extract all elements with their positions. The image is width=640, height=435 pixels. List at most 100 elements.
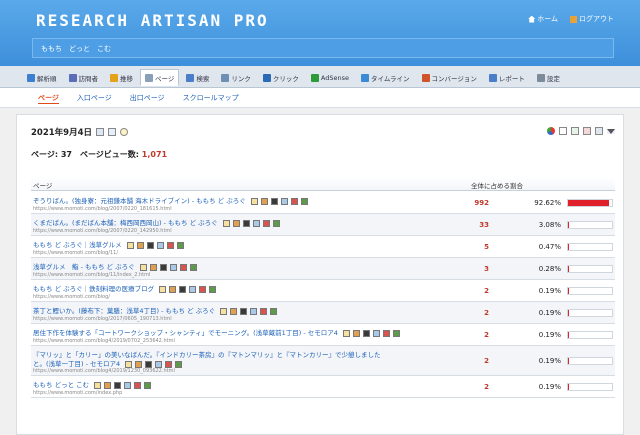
row-action-icon[interactable] <box>280 197 288 205</box>
row-action-icon[interactable] <box>155 360 163 368</box>
row-action-icon[interactable] <box>134 381 142 389</box>
mail-icon[interactable] <box>559 127 567 135</box>
tab-icon <box>110 73 118 82</box>
tab-6[interactable]: クリック <box>258 69 304 86</box>
report-panel: 2021年9月4日 ページ: 37 ページビュー数: 1,071 ページ 全体に… <box>16 114 624 435</box>
chevron-down-icon[interactable] <box>607 129 615 134</box>
grid-icon[interactable] <box>108 128 116 136</box>
row-action-icon[interactable] <box>362 329 370 337</box>
row-action-icon[interactable] <box>300 197 308 205</box>
tab-9[interactable]: コンバージョン <box>417 69 482 86</box>
row-action-icon[interactable] <box>232 219 240 227</box>
page-title-link[interactable]: ももち どっと こむ <box>33 379 152 389</box>
row-action-icon[interactable] <box>220 307 228 315</box>
row-action-icon[interactable] <box>179 263 187 271</box>
share-bar-fill <box>568 384 569 390</box>
page-title-link[interactable]: ぞうりばん。(独身寮：元祖鎌本舗 海木ドライブイン) - ももち ど ぶろぐ <box>33 195 308 205</box>
row-action-icon[interactable] <box>342 329 350 337</box>
page-summary: ページ: 37 ページビュー数: 1,071 <box>31 150 168 159</box>
row-action-icon[interactable] <box>272 219 280 227</box>
row-action-icon[interactable] <box>166 241 174 249</box>
share-bar-fill <box>568 358 569 364</box>
subnav-item-1[interactable]: 入口ページ <box>77 93 112 104</box>
tab-label: レポート <box>498 74 525 83</box>
row-action-icon[interactable] <box>260 197 268 205</box>
pie-chart-icon[interactable] <box>547 127 555 135</box>
row-action-icon[interactable] <box>104 381 112 389</box>
page-title-link-cont[interactable]: と。(浅草一丁目) - セモロア4 <box>33 358 183 368</box>
row-action-icon[interactable] <box>176 241 184 249</box>
row-action-icon[interactable] <box>159 263 167 271</box>
tab-11[interactable]: 設定 <box>532 69 565 86</box>
tab-1[interactable]: 訪問者 <box>64 69 104 86</box>
logout-link[interactable]: ログアウト <box>570 14 614 24</box>
tab-2[interactable]: 推移 <box>105 69 138 86</box>
row-action-icon[interactable] <box>146 241 154 249</box>
tab-5[interactable]: リンク <box>216 69 256 86</box>
row-action-icon[interactable] <box>136 241 144 249</box>
row-action-icon[interactable] <box>189 263 197 271</box>
row-action-icon[interactable] <box>169 285 177 293</box>
row-action-icon[interactable] <box>114 381 122 389</box>
subnav-item-3[interactable]: スクロールマップ <box>183 93 239 104</box>
tab-8[interactable]: タイムライン <box>356 69 415 86</box>
pdf-icon[interactable] <box>583 127 591 135</box>
row-action-icon[interactable] <box>135 360 143 368</box>
row-action-icon[interactable] <box>240 307 248 315</box>
row-action-icon[interactable] <box>250 307 258 315</box>
row-action-icon[interactable] <box>165 360 173 368</box>
row-action-icon[interactable] <box>392 329 400 337</box>
calendar-icon[interactable] <box>96 128 104 136</box>
row-action-icon[interactable] <box>139 263 147 271</box>
tab-4[interactable]: 検索 <box>181 69 214 86</box>
row-action-icon[interactable] <box>175 360 183 368</box>
row-action-icon[interactable] <box>242 219 250 227</box>
row-action-icon[interactable] <box>189 285 197 293</box>
page-title-link[interactable]: 浅草グルメ 鮨 - ももち ど ぶろぐ <box>33 261 197 271</box>
tab-0[interactable]: 解析順 <box>22 69 62 86</box>
row-action-icon[interactable] <box>126 241 134 249</box>
tab-icon <box>488 73 497 82</box>
row-action-icon[interactable] <box>252 219 260 227</box>
row-action-icon[interactable] <box>149 263 157 271</box>
row-action-icon[interactable] <box>169 263 177 271</box>
subnav-item-0[interactable]: ページ <box>38 93 59 104</box>
page-title-link[interactable]: ももち ど ぶろぐ｜浅草グルメ <box>33 239 184 249</box>
row-action-icon[interactable] <box>260 307 268 315</box>
page-title-link[interactable]: ももち ど ぶろぐ｜鉄刻料理の医療ブログ <box>33 283 217 293</box>
tab-label: コンバージョン <box>431 74 477 83</box>
tab-10[interactable]: レポート <box>484 69 530 86</box>
row-action-icon[interactable] <box>145 360 153 368</box>
tab-label: AdSense <box>320 73 349 82</box>
row-action-icon[interactable] <box>209 285 217 293</box>
csv-icon[interactable] <box>571 127 579 135</box>
row-action-icon[interactable] <box>230 307 238 315</box>
row-action-icon[interactable] <box>250 197 258 205</box>
row-action-icon[interactable] <box>352 329 360 337</box>
row-action-icon[interactable] <box>94 381 102 389</box>
tab-7[interactable]: AdSense <box>306 69 354 86</box>
row-action-icon[interactable] <box>270 307 278 315</box>
row-action-icon[interactable] <box>290 197 298 205</box>
page-title-link[interactable]: 茶丁と鰹いか。(藤布下：菓膳：浅草4丁目) - ももち ど ぶろぐ <box>33 305 278 315</box>
row-action-icon[interactable] <box>372 329 380 337</box>
row-action-icon[interactable] <box>382 329 390 337</box>
search-icon[interactable] <box>120 128 128 136</box>
row-action-icon[interactable] <box>144 381 152 389</box>
tab-3[interactable]: ページ <box>140 69 180 86</box>
row-action-icon[interactable] <box>156 241 164 249</box>
row-action-icon[interactable] <box>179 285 187 293</box>
row-action-icon[interactable] <box>222 219 230 227</box>
row-action-icon[interactable] <box>125 360 133 368</box>
print-icon[interactable] <box>595 127 603 135</box>
row-action-icon[interactable] <box>270 197 278 205</box>
subnav-item-2[interactable]: 出口ページ <box>130 93 165 104</box>
row-action-icon[interactable] <box>199 285 207 293</box>
top-nav: ホーム ログアウト <box>528 14 614 24</box>
home-link[interactable]: ホーム <box>528 14 558 24</box>
row-action-icon[interactable] <box>124 381 132 389</box>
page-title-link[interactable]: くまだばん。(まだばん本舗：梅西岡西岡山) - ももち ど ぶろぐ <box>33 217 280 227</box>
row-action-icon[interactable] <box>159 285 167 293</box>
row-action-icon[interactable] <box>262 219 270 227</box>
page-title-link[interactable]: 居住下作を体験する「コートワークショップ・シャンティ」でモーニング。(浅草蔵前1… <box>33 327 400 337</box>
